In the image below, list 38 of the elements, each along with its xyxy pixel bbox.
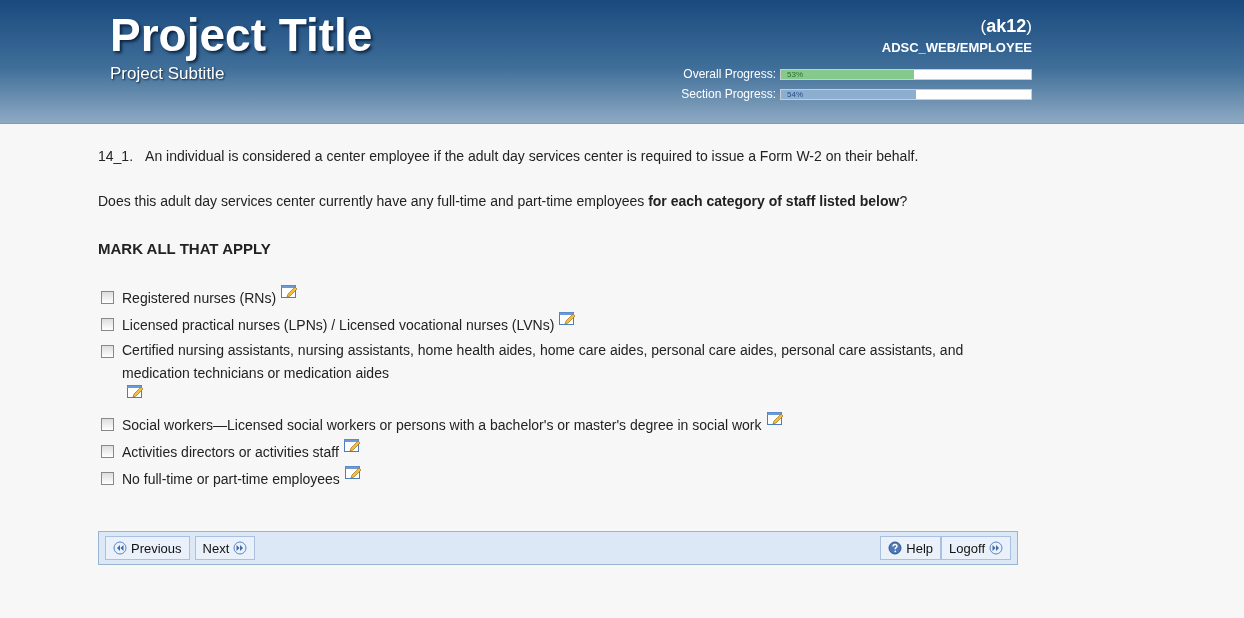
fast-forward-icon (233, 541, 248, 555)
survey-path: ADSC_WEB/EMPLOYEE (881, 40, 1032, 55)
project-title: Project Title (110, 8, 373, 62)
checkbox[interactable] (101, 345, 114, 358)
previous-button[interactable]: Previous (105, 536, 190, 560)
progress-label: Overall Progress: (683, 67, 776, 81)
checkbox[interactable] (101, 418, 114, 431)
note-edit-icon[interactable] (766, 412, 784, 427)
question-intro: An individual is considered a center employee if the adult day services center is required to issue a Form W-2 on their behalf. (145, 148, 919, 164)
checkbox[interactable] (101, 445, 114, 458)
user-id: (ak12) (980, 16, 1032, 37)
option-label: Registered nurses (RNs) (122, 289, 277, 308)
option-label: Activities directors or activities staff (122, 443, 339, 462)
note-edit-icon[interactable] (281, 285, 299, 300)
checkbox[interactable] (101, 472, 114, 485)
question-prompt: Does this adult day services center currently have any full-time and part-time employees for each category of staff listed below? (98, 193, 909, 209)
rewind-icon (113, 541, 127, 555)
option-label: Social workers—Licensed social workers or persons with a bachelor's or master's degree in social work (122, 416, 762, 435)
project-subtitle: Project Subtitle (110, 64, 226, 84)
option-label: No full-time or part-time employees (122, 470, 340, 489)
progress-reading: 54% (787, 89, 803, 99)
option-label: Licensed practical nurses (LPNs) / Licensed vocational nurses (LVNs) (122, 316, 555, 335)
checkbox[interactable] (101, 318, 114, 331)
question-number: 14_1. (98, 148, 134, 164)
instruction: MARK ALL THAT APPLY (98, 240, 272, 257)
note-edit-icon[interactable] (559, 312, 577, 327)
help-button[interactable]: Help (880, 536, 942, 560)
next-button[interactable]: Logoff (941, 536, 1011, 560)
help-icon (888, 541, 903, 555)
note-edit-icon[interactable] (344, 466, 362, 481)
note-edit-icon[interactable] (127, 385, 144, 400)
option-label: Certified nursing assistants, nursing assistants, home health aides, home care aides, personal care aides, personal care assistants, and medication technicians or medication aides (122, 341, 965, 383)
progress-label: Section Progress: (681, 87, 776, 101)
fast-forward-icon (989, 541, 1003, 555)
progress-reading: 53% (787, 69, 803, 79)
checkbox[interactable] (101, 291, 114, 304)
note-edit-icon[interactable] (343, 439, 361, 454)
next-button[interactable]: Next (194, 536, 256, 560)
